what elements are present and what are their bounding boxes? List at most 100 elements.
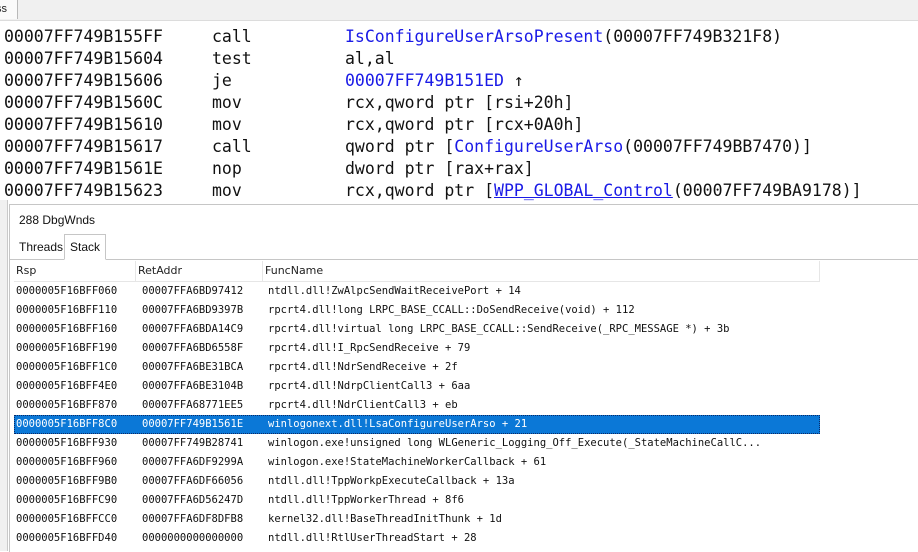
funcname-cell: ntdll.dll!TppWorkpExecuteCallback + 13a xyxy=(268,475,515,487)
stack-frame-row[interactable]: 0000005F16BFFC90 00007FFA6D56247D ntdll.dl… xyxy=(14,491,820,510)
rsp-cell: 0000005F16BFFCC0 xyxy=(16,513,118,525)
rsp-cell: 0000005F16BFF4E0 xyxy=(16,380,118,392)
rsp-cell: 0000005F16BFF190 xyxy=(16,342,118,354)
disasm-line[interactable]: 00007FF749B15604 test al,al xyxy=(0,48,918,70)
symbol-link[interactable]: 00007FF749B151ED xyxy=(345,71,504,90)
instruction-address: 00007FF749B15617 xyxy=(4,137,163,156)
retaddr-cell: 00007FFA68771EE5 xyxy=(142,399,244,411)
disasm-line[interactable]: 00007FF749B1560C mov rcx,qword ptr [rsi+20… xyxy=(0,92,918,114)
stack-frame-row-selected[interactable]: 0000005F16BFF8C0 00007FF749B1561E winlogon… xyxy=(14,415,820,434)
instruction-operands: IsConfigureUserArsoPresent(00007FF749B32… xyxy=(345,26,782,48)
rsp-cell: 0000005F16BFF960 xyxy=(16,456,118,468)
symbol-link[interactable]: ConfigureUserArso xyxy=(454,137,623,156)
retaddr-cell: 00007FFA6D56247D xyxy=(142,494,244,506)
stack-frame-row[interactable]: 0000005F16BFF110 00007FFA6BD9397B rpcrt4.d… xyxy=(14,301,820,320)
funcname-cell: winlogonext.dll!LsaConfigureUserArso + 2… xyxy=(268,418,528,430)
instruction-operands: al,al xyxy=(345,48,395,70)
symbol-link[interactable]: WPP_GLOBAL_Control xyxy=(494,181,673,200)
stack-frame-row[interactable]: 0000005F16BFFCC0 00007FFA6DF8DFB8 kernel32… xyxy=(14,510,820,529)
rsp-cell: 0000005F16BFFD40 xyxy=(16,532,118,544)
rsp-cell: 0000005F16BFF930 xyxy=(16,437,118,449)
funcname-cell: ntdll.dll!ZwAlpcSendWaitReceivePort + 14 xyxy=(268,285,521,297)
instruction-mnemonic: call xyxy=(212,27,252,46)
instruction-operands: 00007FF749B151ED ↑ xyxy=(345,70,524,92)
call-stack-grid[interactable]: Rsp RetAddr FuncName 0000005F16BFF060 000… xyxy=(14,261,820,548)
window-left-edge xyxy=(0,200,8,551)
rsp-cell: 0000005F16BFF060 xyxy=(16,285,118,297)
disasm-line[interactable]: 00007FF749B15623 mov rcx,qword ptr [WPP_GL… xyxy=(0,180,918,202)
funcname-cell: winlogon.exe!StateMachineWorkerCallback … xyxy=(268,456,547,468)
retaddr-cell: 00007FFA6DF8DFB8 xyxy=(142,513,244,525)
funcname-cell: ntdll.dll!RtlUserThreadStart + 28 xyxy=(268,532,477,544)
retaddr-cell: 00007FFA6DF66056 xyxy=(142,475,244,487)
symbol-link[interactable]: IsConfigureUserArsoPresent xyxy=(345,27,603,46)
funcname-cell: rpcrt4.dll!long LRPC_BASE_CCALL::DoSendR… xyxy=(268,304,635,316)
retaddr-cell: 0000000000000000 xyxy=(142,532,244,544)
disasm-line[interactable]: 00007FF749B15610 mov rcx,qword ptr [rcx+0A… xyxy=(0,114,918,136)
stack-frame-row[interactable]: 0000005F16BFF9B0 00007FFA6DF66056 ntdll.dl… xyxy=(14,472,820,491)
stack-frame-row[interactable]: 0000005F16BFF870 00007FFA68771EE5 rpcrt4.d… xyxy=(14,396,820,415)
operand-text: (00007FF749BA9178)] xyxy=(672,181,862,200)
instruction-address: 00007FF749B155FF xyxy=(4,27,163,46)
rsp-cell: 0000005F16BFFC90 xyxy=(16,494,118,506)
rsp-cell: 0000005F16BFF870 xyxy=(16,399,118,411)
instruction-operands: dword ptr [rax+rax] xyxy=(345,158,534,180)
stack-frame-row[interactable]: 0000005F16BFF060 00007FFA6BD97412 ntdll.dl… xyxy=(14,282,820,301)
column-header-funcname[interactable]: FuncName xyxy=(263,261,820,281)
tab-threads[interactable]: Threads xyxy=(14,237,68,258)
stack-frame-row[interactable]: 0000005F16BFF4E0 00007FFA6BE3104B rpcrt4.d… xyxy=(14,377,820,396)
operand-text: rcx,qword ptr [ xyxy=(345,181,495,200)
retaddr-cell: 00007FFA6BE3104B xyxy=(142,380,244,392)
grid-body: 0000005F16BFF060 00007FFA6BD97412 ntdll.dl… xyxy=(14,282,820,548)
column-header-retaddr[interactable]: RetAddr xyxy=(136,261,263,281)
stack-frame-row[interactable]: 0000005F16BFF960 00007FFA6DF9299A winlogon… xyxy=(14,453,820,472)
operand-text: (00007FF749B321F8) xyxy=(603,27,783,46)
grid-header: Rsp RetAddr FuncName xyxy=(14,261,820,282)
instruction-address: 00007FF749B15610 xyxy=(4,115,163,134)
instruction-mnemonic: mov xyxy=(212,181,242,200)
instruction-address: 00007FF749B1561E xyxy=(4,159,163,178)
retaddr-cell: 00007FF749B1561E xyxy=(142,418,244,430)
funcname-cell: kernel32.dll!BaseThreadInitThunk + 1d xyxy=(268,513,502,525)
stack-frame-row[interactable]: 0000005F16BFFD40 0000000000000000 ntdll.dl… xyxy=(14,529,820,548)
operand-text: ↑ xyxy=(503,71,524,90)
stack-frame-row[interactable]: 0000005F16BFF930 00007FF749B28741 winlogon… xyxy=(14,434,820,453)
retaddr-cell: 00007FFA6BE31BCA xyxy=(142,361,244,373)
instruction-operands: rcx,qword ptr [WPP_GLOBAL_Control(00007F… xyxy=(345,180,862,202)
tab-strip: Threads Stack xyxy=(10,233,918,260)
instruction-address: 00007FF749B15604 xyxy=(4,49,163,68)
instruction-mnemonic: call xyxy=(212,137,252,156)
stack-frame-row[interactable]: 0000005F16BFF190 00007FFA6BD6558F rpcrt4.d… xyxy=(14,339,820,358)
rsp-cell: 0000005F16BFF9B0 xyxy=(16,475,118,487)
funcname-cell: rpcrt4.dll!NdrClientCall3 + eb xyxy=(268,399,458,411)
stack-frame-row[interactable]: 0000005F16BFF160 00007FFA6BDA14C9 rpcrt4.d… xyxy=(14,320,820,339)
column-header-rsp[interactable]: Rsp xyxy=(14,261,136,281)
retaddr-cell: 00007FFA6BD97412 xyxy=(142,285,244,297)
funcname-cell: rpcrt4.dll!NdrpClientCall3 + 6aa xyxy=(268,380,471,392)
rsp-cell: 0000005F16BFF8C0 xyxy=(16,418,118,430)
disasm-line[interactable]: 00007FF749B15617 call qword ptr [Configure… xyxy=(0,136,918,158)
tab-stack[interactable]: Stack xyxy=(64,234,107,260)
disasm-line[interactable]: 00007FF749B15606 je 00007FF749B151ED ↑ xyxy=(0,70,918,92)
top-toolbar: ss xyxy=(0,0,918,21)
operand-text: (00007FF749BB7470)] xyxy=(623,137,812,156)
stack-frame-row[interactable]: 0000005F16BFF1C0 00007FFA6BE31BCA rpcrt4.d… xyxy=(14,358,820,377)
disasm-line[interactable]: 00007FF749B1561E nop dword ptr [rax+rax] xyxy=(0,158,918,180)
toolbar-tab-stub[interactable]: ss xyxy=(0,0,18,19)
instruction-operands: rcx,qword ptr [rsi+20h] xyxy=(345,92,573,114)
funcname-cell: rpcrt4.dll!I_RpcSendReceive + 79 xyxy=(268,342,471,354)
instruction-address: 00007FF749B15606 xyxy=(4,71,163,90)
disassembly-view[interactable]: 00007FF749B155FF call IsConfigureUserArsoP… xyxy=(0,26,918,202)
funcname-cell: ntdll.dll!TppWorkerThread + 8f6 xyxy=(268,494,464,506)
rsp-cell: 0000005F16BFF1C0 xyxy=(16,361,118,373)
retaddr-cell: 00007FFA6BD9397B xyxy=(142,304,244,316)
instruction-mnemonic: je xyxy=(212,71,232,90)
window-title: 288 DbgWnds xyxy=(19,213,96,227)
disasm-line[interactable]: 00007FF749B155FF call IsConfigureUserArsoP… xyxy=(0,26,918,48)
operand-text: al,al xyxy=(345,49,395,68)
funcname-cell: winlogon.exe!unsigned long WLGeneric_Log… xyxy=(268,437,762,449)
instruction-operands: qword ptr [ConfigureUserArso(00007FF749B… xyxy=(345,136,812,158)
instruction-mnemonic: mov xyxy=(212,93,242,112)
instruction-operands: rcx,qword ptr [rcx+0A0h] xyxy=(345,114,583,136)
retaddr-cell: 00007FF749B28741 xyxy=(142,437,244,449)
